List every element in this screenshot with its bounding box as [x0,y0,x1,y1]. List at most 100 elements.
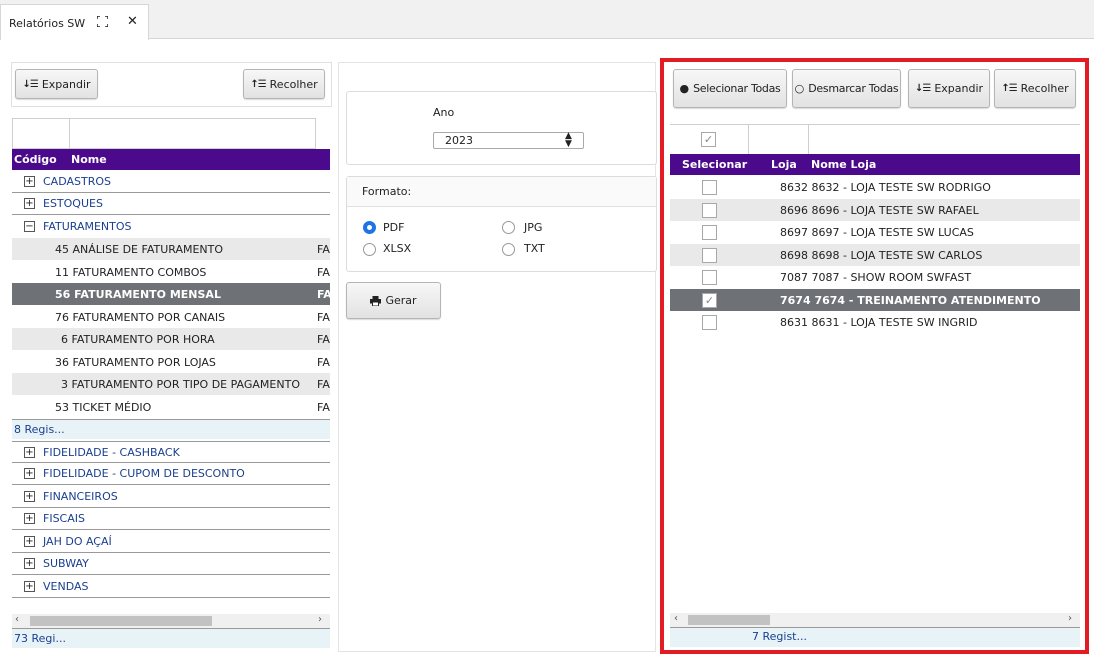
printer-icon [370,295,382,306]
radio-xlsx-label: XLSX [383,242,412,255]
group-label: CADASTROS [43,175,111,188]
group-label: SUBWAY [43,557,89,570]
expand-plus-icon[interactable]: + [24,581,35,592]
item-name: ANÁLISE DE FATURAMENTO [72,243,224,256]
scroll-thumb[interactable] [30,616,212,626]
deselect-all-label: Desmarcar Todas [808,82,899,95]
row-checkbox[interactable] [702,248,717,263]
tree-group-estoques[interactable]: + ESTOQUES [12,193,330,215]
tree-group-faturamentos[interactable]: − FATURAMENTOS [12,216,330,238]
store-name-filter-input[interactable] [809,125,1067,154]
scroll-left-icon[interactable]: ‹ [674,613,678,624]
select-all-checkbox[interactable]: ✓ [701,132,716,147]
select-all-label: Selecionar Todas [693,82,781,95]
tree-group-jah-do-acai[interactable]: + JAH DO AÇAÍ [12,531,330,553]
collapse-label: Recolher [269,77,318,91]
tree-group-fidelidade-cashback[interactable]: + FIDELIDADE - CASHBACK [12,441,330,463]
table-row[interactable]: 7087 7087 - SHOW ROOM SWFAST [670,266,1080,288]
filled-circle-icon: ● [679,82,690,95]
item-name: FATURAMENTO POR LOJAS [72,356,216,369]
list-item-selected[interactable]: 56 FATURAMENTO MENSAL FA [12,283,330,305]
list-item[interactable]: 45 ANÁLISE DE FATURAMENTO FA [12,238,330,260]
scroll-right-icon[interactable]: › [318,614,322,625]
expand-plus-icon[interactable]: + [24,447,35,458]
item-code: 56 [55,288,71,301]
collapse-button[interactable]: ↑☰ Recolher [994,69,1076,108]
radio-txt[interactable] [502,243,515,256]
table-row[interactable]: 8696 8696 - LOJA TESTE SW RAFAEL [670,199,1080,221]
tree-group-vendas[interactable]: + VENDAS [12,576,330,598]
expand-button[interactable]: ↓☰ Expandir [908,69,990,108]
expand-plus-icon[interactable]: + [24,558,35,569]
table-row[interactable]: 8698 8698 - LOJA TESTE SW CARLOS [670,244,1080,266]
header-store[interactable]: Loja [771,158,797,171]
scroll-left-icon[interactable]: ‹ [15,614,19,625]
group-label: JAH DO AÇAÍ [43,535,112,548]
expand-plus-icon[interactable]: + [24,491,35,502]
close-icon[interactable]: ✕ [127,14,138,29]
table-row-selected[interactable]: ✓ 7674 7674 - TREINAMENTO ATENDIMENTO [670,289,1080,311]
horizontal-scrollbar[interactable]: ‹ › [670,613,1080,627]
row-checkbox[interactable] [702,203,717,218]
header-select[interactable]: Selecionar [682,158,747,171]
item-type: FA [317,333,330,346]
header-name[interactable]: Nome [71,153,107,166]
tree-group-financeiros[interactable]: + FINANCEIROS [12,486,330,508]
list-item[interactable]: 53 TICKET MÉDIO FA [12,396,330,418]
maximize-icon[interactable] [97,16,108,27]
tree-group-subway[interactable]: + SUBWAY [12,553,330,575]
list-item[interactable]: 36 FATURAMENTO POR LOJAS FA [12,351,330,373]
list-item[interactable]: 3 FATURAMENTO POR TIPO DE PAGAMENTO FA [12,373,330,395]
table-row[interactable]: 8631 8631 - LOJA TESTE SW INGRID [670,311,1080,333]
group-label: FISCAIS [43,512,85,525]
group-label: FATURAMENTOS [43,220,132,233]
item-code: 53 [55,401,69,414]
select-all-button[interactable]: ● Selecionar Todas [673,69,787,108]
expand-plus-icon[interactable]: + [24,468,35,479]
sort-up-icon: ↑☰ [1001,83,1017,94]
tree-group-cadastros[interactable]: + CADASTROS [12,171,330,193]
year-value: 2023 [445,134,473,147]
expand-plus-icon[interactable]: + [24,176,35,187]
row-checkbox[interactable] [702,225,717,240]
horizontal-scrollbar[interactable]: ‹ › [12,614,330,628]
row-checkbox-checked[interactable]: ✓ [702,293,717,308]
row-checkbox[interactable] [702,180,717,195]
tree-group-fidelidade-cupom[interactable]: + FIDELIDADE - CUPOM DE DESCONTO [12,463,330,485]
item-type: FA [317,356,330,369]
generate-button[interactable]: Gerar [346,282,441,319]
table-row[interactable]: 8697 8697 - LOJA TESTE SW LUCAS [670,221,1080,243]
row-text: 7087 7087 - SHOW ROOM SWFAST [780,271,972,284]
code-filter-input[interactable] [13,119,69,148]
collapse-button[interactable]: ↑☰ Recolher [243,69,325,99]
tab-relatorios[interactable]: Relatórios SW ✕ [0,4,149,40]
header-store-name[interactable]: Nome Loja [811,158,876,171]
item-type: FA [317,378,330,391]
name-filter-input[interactable] [69,119,316,148]
radio-xlsx[interactable] [363,243,376,256]
item-code: 45 [55,243,69,256]
radio-pdf[interactable] [363,221,376,234]
expand-plus-icon[interactable]: + [24,536,35,547]
tree-group-fiscais[interactable]: + FISCAIS [12,508,330,530]
year-select[interactable]: 2023 ▲ ▼ [433,132,584,149]
generate-label: Gerar [385,294,417,307]
list-item[interactable]: 76 FATURAMENTO POR CANAIS FA [12,306,330,328]
scroll-right-icon[interactable]: › [1068,613,1072,624]
list-item[interactable]: 11 FATURAMENTO COMBOS FA [12,261,330,283]
scroll-thumb[interactable] [688,615,770,625]
deselect-all-button[interactable]: ○ Desmarcar Todas [792,69,901,108]
radio-jpg[interactable] [502,221,515,234]
table-row[interactable]: 8632 8632 - LOJA TESTE SW RODRIGO [670,176,1080,198]
store-filter-input[interactable] [748,125,809,154]
grid-filter-row: ✓ [670,124,1080,154]
header-code[interactable]: Código [14,153,57,166]
row-checkbox[interactable] [702,270,717,285]
row-checkbox[interactable] [702,315,717,330]
expand-plus-icon[interactable]: + [24,513,35,524]
expand-plus-icon[interactable]: + [24,198,35,209]
format-box: Formato: PDF JPG XLSX TXT [346,176,657,272]
list-item[interactable]: 6 FATURAMENTO POR HORA FA [12,328,330,350]
expand-button[interactable]: ↓☰ Expandir [15,69,98,99]
collapse-minus-icon[interactable]: − [24,221,35,232]
